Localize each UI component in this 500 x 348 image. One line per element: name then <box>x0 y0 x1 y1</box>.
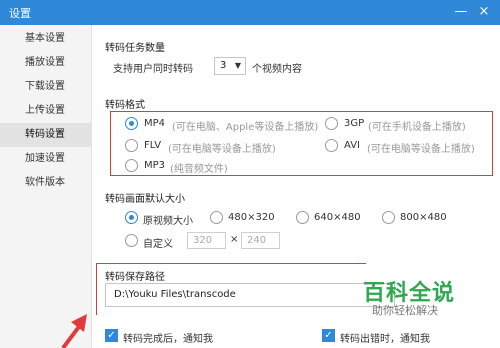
sidebar-item-basic[interactable]: 基本设置 <box>0 27 92 51</box>
sidebar-item-acceleration[interactable]: 加速设置 <box>0 147 92 171</box>
radio-format-mp4[interactable] <box>125 117 138 130</box>
section-title-task-count: 转码任务数量 <box>105 43 165 54</box>
format-mp4-hint: (可在电脑、Apple等设备上播放) <box>172 122 319 133</box>
task-count-value: 3 <box>220 60 227 71</box>
radio-resolution-original[interactable] <box>125 211 138 224</box>
format-mp3-label: MP3 <box>144 160 166 171</box>
format-flv-label: FLV <box>144 140 162 151</box>
radio-resolution-480x320[interactable] <box>210 211 223 224</box>
radio-resolution-640x480[interactable] <box>296 211 309 224</box>
format-3gp-label: 3GP <box>344 118 365 129</box>
settings-sidebar: 基本设置 播放设置 下载设置 上传设置 转码设置 加速设置 软件版本 <box>0 25 92 348</box>
sidebar-item-download[interactable]: 下载设置 <box>0 75 92 99</box>
radio-format-avi[interactable] <box>325 139 338 152</box>
radio-resolution-800x480[interactable] <box>382 211 395 224</box>
window-title: 设置 <box>9 7 31 20</box>
format-avi-label: AVI <box>344 140 360 151</box>
format-mp4-label: MP4 <box>144 118 166 129</box>
task-count-prefix: 支持用户同时转码 <box>113 64 193 75</box>
resolution-480x320-label: 480×320 <box>228 212 275 223</box>
close-button[interactable]: × <box>475 3 493 21</box>
section-title-save-path: 转码保存路径 <box>105 272 165 283</box>
custom-height-input[interactable]: 240 <box>241 232 280 249</box>
section-title-resolution: 转码画面默认大小 <box>105 194 185 205</box>
resolution-800x480-label: 800×480 <box>400 212 447 223</box>
custom-times-sign: × <box>230 234 239 245</box>
notify-complete-label: 转码完成后，通知我 <box>123 334 213 345</box>
chevron-down-icon: ▼ <box>234 61 241 70</box>
watermark-subtitle: 助你轻松解决 <box>372 304 438 317</box>
sidebar-item-transcode[interactable]: 转码设置 <box>0 123 92 147</box>
task-count-suffix: 个视频内容 <box>252 64 302 75</box>
radio-format-mp3[interactable] <box>125 159 138 172</box>
notify-error-label: 转码出错时，通知我 <box>340 334 430 345</box>
radio-format-flv[interactable] <box>125 139 138 152</box>
custom-width-input[interactable]: 320 <box>187 232 226 249</box>
title-bar: 设置 — × <box>0 0 500 25</box>
task-count-select[interactable]: 3 ▼ <box>214 57 246 75</box>
sidebar-item-version[interactable]: 软件版本 <box>0 171 92 195</box>
format-flv-hint: (可在电脑等设备上播放) <box>168 144 276 155</box>
format-3gp-hint: (可在手机设备上播放) <box>368 122 466 133</box>
minimize-button[interactable]: — <box>452 3 470 21</box>
format-mp3-hint: (纯音频文件) <box>170 164 228 175</box>
radio-format-3gp[interactable] <box>325 117 338 130</box>
sidebar-item-playback[interactable]: 播放设置 <box>0 51 92 75</box>
resolution-original-label: 原视频大小 <box>143 216 193 227</box>
checkbox-notify-error[interactable]: ✓ <box>322 329 335 342</box>
radio-resolution-custom[interactable] <box>125 234 138 247</box>
section-title-format: 转码格式 <box>105 100 145 111</box>
resolution-custom-label: 自定义 <box>143 239 173 250</box>
format-avi-hint: (可在电脑等设备上播放) <box>367 144 475 155</box>
checkbox-notify-complete[interactable]: ✓ <box>105 329 118 342</box>
resolution-640x480-label: 640×480 <box>314 212 361 223</box>
save-path-input[interactable]: D:\Youku Files\transcode <box>105 283 395 307</box>
red-arrow-annotation <box>61 314 87 348</box>
sidebar-item-upload[interactable]: 上传设置 <box>0 99 92 123</box>
